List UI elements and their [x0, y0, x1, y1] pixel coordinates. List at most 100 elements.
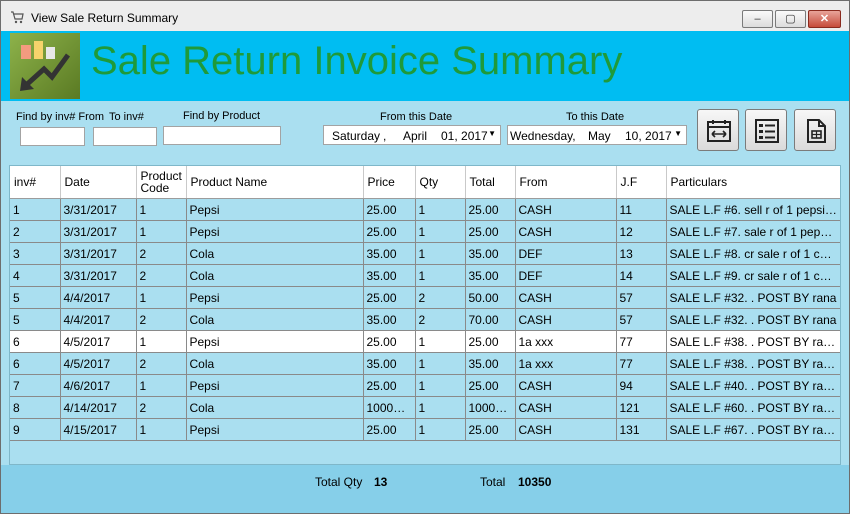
cell-total[interactable]: 35.00 [465, 352, 516, 375]
cell-particulars[interactable]: SALE L.F #9. cr sale r of 1 cola 3... [666, 264, 840, 287]
cell-date[interactable]: 4/14/2017 [60, 396, 137, 419]
column-header-product-name[interactable]: Product Name [186, 166, 364, 199]
cell-date[interactable]: 3/31/2017 [60, 264, 137, 287]
cell-product-code[interactable]: 1 [136, 330, 187, 353]
cell-qty[interactable]: 2 [415, 308, 466, 331]
cell-price[interactable]: 25.00 [363, 198, 416, 221]
cell-jf[interactable]: 94 [616, 374, 667, 397]
cell-particulars[interactable]: SALE L.F #67. . POST BY rana. ... [666, 418, 840, 441]
cell-from[interactable]: CASH [515, 374, 617, 397]
cell-date[interactable]: 4/6/2017 [60, 374, 137, 397]
from-date-picker[interactable]: Saturday , April 01, 2017 ▼ [323, 125, 501, 145]
cell-product-code[interactable]: 2 [136, 308, 187, 331]
cell-product-code[interactable]: 2 [136, 352, 187, 375]
cell-from[interactable]: 1a xxx [515, 330, 617, 353]
cell-from[interactable]: DEF [515, 242, 617, 265]
cell-product-name[interactable]: Pepsi [186, 286, 364, 309]
cell-total[interactable]: 25.00 [465, 198, 516, 221]
cell-from[interactable]: CASH [515, 308, 617, 331]
cell-qty[interactable]: 1 [415, 264, 466, 287]
cell-price[interactable]: 25.00 [363, 286, 416, 309]
cell-qty[interactable]: 1 [415, 220, 466, 243]
cell-jf[interactable]: 131 [616, 418, 667, 441]
cell-inv[interactable]: 8 [10, 396, 61, 419]
cell-total[interactable]: 25.00 [465, 374, 516, 397]
cell-qty[interactable]: 1 [415, 242, 466, 265]
cell-from[interactable]: 1a xxx [515, 352, 617, 375]
column-header-jf[interactable]: J.F [616, 166, 667, 199]
cell-product-name[interactable]: Pepsi [186, 374, 364, 397]
cell-product-code[interactable]: 2 [136, 396, 187, 419]
cell-price[interactable]: 35.00 [363, 242, 416, 265]
cell-product-code[interactable]: 1 [136, 220, 187, 243]
cell-jf[interactable]: 57 [616, 308, 667, 331]
date-range-button[interactable] [697, 109, 739, 151]
close-button[interactable]: ✕ [808, 10, 841, 28]
export-document-button[interactable] [794, 109, 836, 151]
cell-inv[interactable]: 5 [10, 286, 61, 309]
list-view-button[interactable] [745, 109, 787, 151]
cell-from[interactable]: CASH [515, 198, 617, 221]
column-header-date[interactable]: Date [60, 166, 137, 199]
cell-date[interactable]: 3/31/2017 [60, 220, 137, 243]
table-row[interactable]: 3 3/31/2017 2 Cola 35.00 1 35.00 DEF 13 SALE L.F … [10, 242, 840, 265]
cell-date[interactable]: 4/4/2017 [60, 286, 137, 309]
cell-price[interactable]: 10000.... [363, 396, 416, 419]
cell-total[interactable]: 50.00 [465, 286, 516, 309]
cell-qty[interactable]: 1 [415, 374, 466, 397]
to-date-picker[interactable]: Wednesday, May 10, 2017 ▼ [507, 125, 687, 145]
cell-inv[interactable]: 2 [10, 220, 61, 243]
cell-price[interactable]: 25.00 [363, 220, 416, 243]
cell-jf[interactable]: 77 [616, 352, 667, 375]
cell-inv[interactable]: 6 [10, 352, 61, 375]
column-header-from[interactable]: From [515, 166, 617, 199]
cell-inv[interactable]: 5 [10, 308, 61, 331]
cell-total[interactable]: 25.00 [465, 220, 516, 243]
column-header-product-code[interactable]: Product Code [136, 166, 187, 199]
cell-from[interactable]: CASH [515, 418, 617, 441]
table-row[interactable]: 9 4/15/2017 1 Pepsi 25.00 1 25.00 CASH 131 SALE L… [10, 418, 840, 441]
table-row[interactable]: 6 4/5/2017 1 Pepsi 25.00 1 25.00 1a xxx 77 SALE L… [10, 330, 840, 353]
cell-inv[interactable]: 9 [10, 418, 61, 441]
cell-jf[interactable]: 12 [616, 220, 667, 243]
cell-jf[interactable]: 77 [616, 330, 667, 353]
cell-qty[interactable]: 1 [415, 396, 466, 419]
cell-price[interactable]: 25.00 [363, 330, 416, 353]
cell-qty[interactable]: 2 [415, 286, 466, 309]
column-header-inv[interactable]: inv# [10, 166, 61, 199]
cell-product-name[interactable]: Pepsi [186, 330, 364, 353]
cell-inv[interactable]: 6 [10, 330, 61, 353]
cell-price[interactable]: 25.00 [363, 374, 416, 397]
cell-product-name[interactable]: Cola [186, 396, 364, 419]
column-header-particulars[interactable]: Particulars [666, 166, 840, 199]
cell-date[interactable]: 3/31/2017 [60, 198, 137, 221]
table-row[interactable]: 6 4/5/2017 2 Cola 35.00 1 35.00 1a xxx 77 SALE L.… [10, 352, 840, 375]
cell-product-name[interactable]: Pepsi [186, 220, 364, 243]
column-header-qty[interactable]: Qty [415, 166, 466, 199]
cell-particulars[interactable]: SALE L.F #6. sell r of 1 pepsi 25 ... [666, 198, 840, 221]
cell-date[interactable]: 3/31/2017 [60, 242, 137, 265]
table-row[interactable]: 4 3/31/2017 2 Cola 35.00 1 35.00 DEF 14 SALE L.F … [10, 264, 840, 287]
cell-product-code[interactable]: 1 [136, 198, 187, 221]
cell-product-code[interactable]: 1 [136, 418, 187, 441]
cell-price[interactable]: 25.00 [363, 418, 416, 441]
cell-particulars[interactable]: SALE L.F #60. . POST BY rana. ... [666, 396, 840, 419]
cell-product-name[interactable]: Cola [186, 308, 364, 331]
cell-product-code[interactable]: 1 [136, 374, 187, 397]
chevron-down-icon[interactable]: ▼ [674, 129, 682, 138]
cell-particulars[interactable]: SALE L.F #32. . POST BY rana [666, 308, 840, 331]
cell-inv[interactable]: 4 [10, 264, 61, 287]
minimize-button[interactable]: – [742, 10, 773, 28]
cell-from[interactable]: CASH [515, 396, 617, 419]
column-header-total[interactable]: Total [465, 166, 516, 199]
cell-total[interactable]: 25.00 [465, 418, 516, 441]
cell-jf[interactable]: 121 [616, 396, 667, 419]
cell-inv[interactable]: 3 [10, 242, 61, 265]
column-header-price[interactable]: Price [363, 166, 416, 199]
cell-qty[interactable]: 1 [415, 198, 466, 221]
table-row[interactable]: 1 3/31/2017 1 Pepsi 25.00 1 25.00 CASH 11 SALE L.… [10, 198, 840, 221]
cell-date[interactable]: 4/4/2017 [60, 308, 137, 331]
table-row[interactable]: 5 4/4/2017 2 Cola 35.00 2 70.00 CASH 57 SALE L.F … [10, 308, 840, 331]
cell-qty[interactable]: 1 [415, 418, 466, 441]
cell-particulars[interactable]: SALE L.F #38. . POST BY rana. ... [666, 352, 840, 375]
